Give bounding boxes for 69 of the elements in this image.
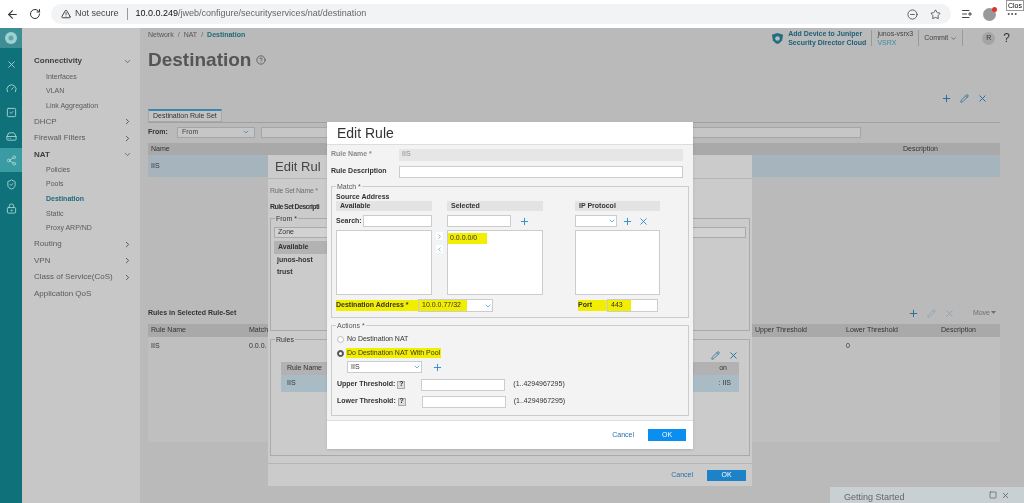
- chevron-down-icon: [413, 363, 421, 371]
- sidebar-group[interactable]: Class of Service(CoS): [34, 271, 113, 283]
- shield-logo-icon: [771, 31, 785, 45]
- sidebar-group[interactable]: Application QoS: [34, 287, 92, 300]
- selected-filter-field[interactable]: [447, 215, 511, 227]
- radio-button[interactable]: [337, 349, 344, 357]
- favorites-icon[interactable]: [961, 8, 973, 20]
- threshold-field[interactable]: [421, 395, 506, 408]
- panel-title: Getting Started: [844, 491, 905, 503]
- back-icon[interactable]: [6, 7, 19, 21]
- refresh-icon[interactable]: [29, 8, 41, 20]
- available-list[interactable]: [336, 230, 432, 295]
- edit-icon[interactable]: [711, 350, 720, 360]
- add-icon[interactable]: [519, 215, 530, 227]
- chevron-right-icon[interactable]: [123, 117, 132, 127]
- page-title: Destination: [148, 47, 252, 72]
- add-icon[interactable]: [941, 92, 952, 104]
- protocol-list[interactable]: [575, 230, 660, 295]
- chevron-right-icon[interactable]: [123, 133, 132, 143]
- chevron-right-icon: [436, 232, 443, 240]
- logo-icon: [4, 31, 18, 45]
- chevron-right-icon[interactable]: [123, 256, 132, 265]
- caret-icon: [991, 311, 996, 315]
- remove-arrow-button[interactable]: [436, 245, 443, 253]
- chevron-right-icon[interactable]: [123, 272, 132, 282]
- rule-description-field[interactable]: [399, 165, 683, 178]
- help-icon[interactable]: [256, 55, 267, 65]
- dialog-title: Edit Rule: [337, 123, 394, 143]
- protocol-select[interactable]: [575, 215, 617, 227]
- security-label: Not secure: [75, 7, 119, 21]
- sidebar-group[interactable]: Routing: [34, 238, 62, 250]
- delete-icon[interactable]: [638, 215, 649, 227]
- chevron-right-icon[interactable]: [123, 239, 132, 249]
- profile-avatar[interactable]: [983, 7, 996, 21]
- server-icon: [5, 130, 17, 142]
- help-link[interactable]: ?: [1003, 29, 1010, 47]
- edit-icon[interactable]: [960, 93, 969, 103]
- checkbox-icon: [5, 106, 17, 118]
- sidebar-group[interactable]: DHCP: [34, 115, 57, 128]
- star-icon[interactable]: [930, 8, 941, 20]
- delete-icon[interactable]: [728, 349, 739, 361]
- search-field[interactable]: [362, 215, 432, 227]
- radio-button[interactable]: [337, 335, 344, 343]
- add-icon[interactable]: [432, 361, 443, 373]
- chevron-down-icon: [242, 128, 250, 136]
- address-bar[interactable]: Not secure 10.0.0.249/jweb/configure/securityservices/nat/destination: [51, 4, 951, 24]
- sidebar-group[interactable]: NAT: [34, 148, 50, 161]
- add-icon[interactable]: [907, 307, 919, 319]
- minimize-icon[interactable]: [989, 491, 997, 499]
- chevron-down-icon: [608, 217, 616, 225]
- warning-icon: [61, 9, 71, 19]
- close-icon[interactable]: [1001, 491, 1010, 500]
- zoom-icon[interactable]: [907, 8, 918, 20]
- add-arrow-button[interactable]: [436, 232, 443, 240]
- sidebar-group[interactable]: Firewall Filters: [34, 132, 86, 145]
- gauge-icon: [5, 82, 17, 94]
- sidebar-group[interactable]: VPN: [34, 254, 51, 267]
- chevron-left-icon: [436, 245, 443, 253]
- add-icon[interactable]: [622, 215, 633, 227]
- threshold-field[interactable]: [421, 378, 506, 391]
- network-icon: [5, 154, 17, 166]
- url-text: 10.0.0.249/jweb/configure/securityservices/nat/destination: [135, 7, 367, 21]
- close-icon: [5, 58, 17, 70]
- lock-icon: [5, 202, 17, 214]
- sidebar-group[interactable]: Connectivity: [34, 55, 82, 68]
- dialog-title: Edit Rul: [275, 157, 321, 176]
- delete-icon[interactable]: [977, 92, 988, 104]
- caret-icon: [950, 34, 958, 42]
- shield-icon: [5, 178, 17, 190]
